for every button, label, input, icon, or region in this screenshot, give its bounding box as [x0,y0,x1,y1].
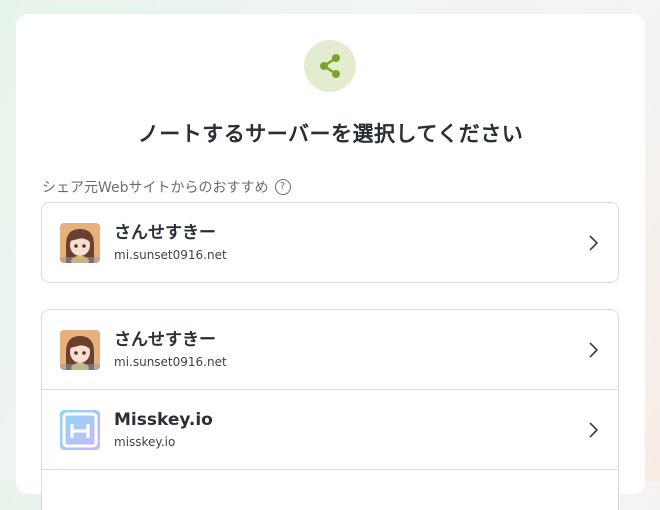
help-circle-icon[interactable]: ? [274,179,291,195]
sunset-avatar [60,222,100,263]
recommended-server-list: さんせすきー mi.sunset0916.net [41,202,619,283]
share-icon [320,54,340,78]
server-name: Misskey.io [114,409,213,430]
server-host: mi.sunset0916.net [114,354,227,369]
server-info: Misskey.io misskey.io [114,409,213,451]
server-list: さんせすきー mi.sunset0916.net Misskey.io miss… [41,309,619,510]
server-name: さんせすきー [114,329,216,350]
server-row-recommended-sunset[interactable]: さんせすきー mi.sunset0916.net [42,203,618,282]
chevron-right-icon [589,234,598,251]
server-select-card: ノートするサーバーを選択してください シェア元Webサイトからのおすすめ ? さ… [16,14,645,510]
sunset-avatar [60,329,100,370]
server-info: さんせすきー mi.sunset0916.net [114,222,227,264]
server-host: mi.sunset0916.net [114,247,227,262]
server-host: misskey.io [114,434,176,449]
misskey-io-logo [60,409,100,450]
share-badge [304,40,356,92]
server-name: さんせすきー [114,222,216,243]
recommendation-label: シェア元Webサイトからのおすすめ ? [42,177,291,197]
page-title: ノートするサーバーを選択してください [137,122,524,146]
recommendation-label-text: シェア元Webサイトからのおすすめ [42,180,269,196]
server-row-misskey-io[interactable]: Misskey.io misskey.io [42,390,618,470]
server-info: さんせすきー mi.sunset0916.net [114,329,227,371]
server-row-sunset[interactable]: さんせすきー mi.sunset0916.net [42,310,618,390]
chevron-right-icon [589,341,598,358]
chevron-right-icon [589,421,598,438]
